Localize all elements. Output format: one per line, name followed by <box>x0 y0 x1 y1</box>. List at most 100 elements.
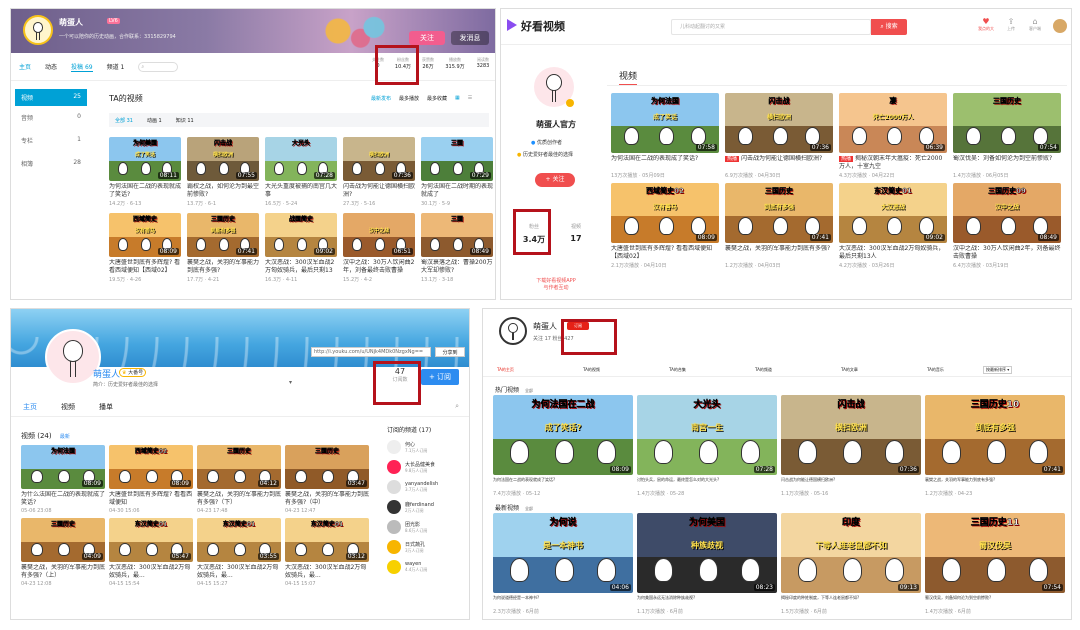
upload-icon[interactable]: ⇪ 上传 <box>999 17 1023 32</box>
video-title[interactable]: 讨怕头兵，鼠的命运，最终是怎么对的大光头? <box>637 477 777 489</box>
video-thumbnail[interactable]: 三国历史 04:12 <box>197 445 281 489</box>
video-card[interactable]: 为何法国 成了笑话 07:58 为何法国在二战的表现成了笑话? 13万次播放 · 05月… <box>611 93 719 179</box>
video-title[interactable]: 大汉恶战：300汉军血战2万匈奴骑兵，最后只剩13人 <box>839 245 947 261</box>
video-card[interactable]: 西域简史 汉有善马 08:09 大唐盛世到底有多辉煌? 看看西域便知【西域02】 19.… <box>109 213 181 283</box>
video-thumbnail[interactable]: 战国简史 09:02 <box>265 213 337 257</box>
video-card[interactable]: 三国历史11 蜀汉伐吴 07:54 蜀汉伐吴，刘备如何沦为到空前惨败? 1.4万次播放 … <box>925 513 1065 615</box>
chevron-down-icon[interactable]: ▾ <box>289 379 292 386</box>
video-thumbnail[interactable]: 大光头 南宫一生 07:28 <box>637 395 777 475</box>
search-input[interactable]: 儿科动起翻讨的又累 <box>671 19 871 35</box>
site-logo[interactable]: 好看视频 <box>521 18 565 34</box>
video-thumbnail[interactable]: 东汉简史01 03:12 <box>285 518 369 562</box>
video-thumbnail[interactable]: 大光头 07:28 <box>265 137 337 181</box>
video-card[interactable]: 闪击战 横扫欧洲 07:36 热播 闪击战为何能让德国横扫欧洲? 6.9万次播放 · 04… <box>725 93 833 179</box>
video-thumbnail[interactable]: 三国历史11 蜀汉伐吴 07:54 <box>925 513 1065 593</box>
sort-select[interactable]: 按最新排序 ▾ <box>983 365 1013 374</box>
tab-playlists[interactable]: 播单 <box>99 402 113 412</box>
video-thumbnail[interactable]: 三国 07:29 <box>421 137 493 181</box>
video-card[interactable]: 闪击战 横扫欧洲 07:36 闪击战为何能让德国横扫欧洲? 1.1万次播放 · 05-1… <box>781 395 921 497</box>
video-title[interactable]: 襄樊之战，关羽的军事能力到底有多强?（上） <box>21 564 105 580</box>
list-view-icon[interactable]: ☰ <box>468 95 472 102</box>
video-title[interactable]: 蜀汉衰落之战：曹操200万大军却惨败? <box>421 259 493 275</box>
channel-item[interactable]: wayen 4.4万人订阅 <box>387 560 467 574</box>
tab-videos[interactable]: 视频 <box>61 402 75 412</box>
video-title[interactable]: 大唐盛世到底有多辉煌? 看看西域便知【西域02】 <box>109 259 181 275</box>
video-thumbnail[interactable]: 东汉简史01 03:55 <box>197 518 281 562</box>
url-input[interactable]: http://i.youku.com/u/UNjk4MDk0NzgxNg== <box>311 347 431 357</box>
video-thumbnail[interactable]: 为何美国 种族歧视 08:23 <box>637 513 777 593</box>
video-card[interactable]: 战国简史 09:02 大汉恶战：300汉军血战2万匈奴骑兵，最后只剩13人 16.3万… <box>265 213 337 283</box>
channel-item[interactable]: 鹿ferdinand 2万人订阅 <box>387 500 467 514</box>
video-thumbnail[interactable]: 西域简史02 汉有善马 08:09 <box>611 183 719 243</box>
video-card[interactable]: 凄死亡2000万人 06:39 热播 揭秘汉朝末年大瘟疫：死亡2000万人，十室九空 4… <box>839 93 947 179</box>
video-thumbnail[interactable]: 三国历史 到底有多强 07:41 <box>725 183 833 243</box>
video-card[interactable]: 闪击战 横扫欧洲 07:55 霸权之战，如何沦为到最空前惨败? 13.7万 · 6-1 <box>187 137 259 207</box>
sort-most-fav[interactable]: 最多收藏 <box>427 95 447 102</box>
user-avatar[interactable] <box>1053 19 1067 33</box>
haokan-logo-icon[interactable] <box>507 19 517 31</box>
tab-home[interactable]: TA的主页 <box>497 367 583 373</box>
video-title[interactable]: 蜀汉伐吴，刘备如何沦为到空前惨败? <box>925 595 1065 607</box>
sort-most-played[interactable]: 最多播放 <box>399 95 419 102</box>
sort-latest[interactable]: 最新发布 <box>371 95 391 102</box>
video-thumbnail[interactable]: 闪击战 横扫欧洲 07:36 <box>725 93 833 153</box>
video-title[interactable]: 闪击战为何能让德国横扫欧洲? <box>781 477 921 489</box>
video-title[interactable]: 大唐盛世到底有多辉煌? 看看西域便知 <box>109 491 193 507</box>
video-card[interactable]: 为何美国 种族歧视 08:23 为何美国永远无法消除种族歧视? 1.1万次播放 · 6月… <box>637 513 777 615</box>
video-card[interactable]: 三国历史 到底有多强 07:41 襄樊之战，关羽的军事能力到底有多强? 1.2万次播放 … <box>725 183 833 269</box>
nav-channel[interactable]: 频道 1 <box>107 62 125 71</box>
video-title[interactable]: 襄樊之战，关羽的军事能力到底有多强? <box>187 259 259 275</box>
video-card[interactable]: 为何法国 08:09 为什么法国在二战的表现就成了笑话? 05-06 23:08 <box>21 445 105 514</box>
tab-articles[interactable]: TA的文章 <box>841 367 927 373</box>
grid-view-icon[interactable]: ▦ <box>455 95 460 102</box>
video-thumbnail[interactable]: 三国历史 07:54 <box>953 93 1061 153</box>
video-card[interactable]: 三国历史10 到底有多强 07:41 襄樊之战，关羽的军事能力到底有多强? 1.2万次播… <box>925 395 1065 497</box>
video-thumbnail[interactable]: 三国历史 03:47 <box>285 445 369 489</box>
video-card[interactable]: 横扫欧洲 07:36 闪击战为何能让德国横扫欧洲? 27.3万 · 5-16 <box>343 137 415 207</box>
tab-home[interactable]: 主页 <box>23 402 37 412</box>
video-card[interactable]: 三国 07:29 为何法国在二战时期的表现就成了 30.1万 · 5-9 <box>421 137 493 207</box>
video-title[interactable]: 大汉恶战：300汉军血战2万匈奴骑兵，最... <box>197 564 281 580</box>
video-title[interactable]: 襄樊之战，关羽的军事能力到底有多强? <box>925 477 1065 489</box>
latest-all-link[interactable]: 全部 <box>525 506 533 511</box>
video-title[interactable]: 为何美国永远无法消除种族歧视? <box>637 595 777 607</box>
video-thumbnail[interactable]: 为何说 是一本神书 04:06 <box>493 513 633 593</box>
video-title[interactable]: 闪击战为何能让德国横扫欧洲? <box>343 183 415 199</box>
video-card[interactable]: 三国历史 03:47 襄樊之战，关羽的军事能力到底有多强?（中） 04-23 12:4… <box>285 445 369 514</box>
video-thumbnail[interactable]: 西域简史02 08:09 <box>109 445 193 489</box>
video-title[interactable]: 大汉恶战：300汉军血战2万匈奴骑兵，最... <box>109 564 193 580</box>
avatar[interactable] <box>499 317 527 345</box>
video-title[interactable]: 襄樊之战，关羽的军事能力到底有多强? <box>725 245 833 261</box>
video-card[interactable]: 三国历史 04:12 襄樊之战，关羽的军事能力到底有多强?（下） 04-23 17:4… <box>197 445 281 514</box>
side-item-video[interactable]: 视频 25 <box>15 89 87 106</box>
video-card[interactable]: 东汉简史01 大汉恶战 09:02 大汉恶战：300汉军血战2万匈奴骑兵，最后只剩13… <box>839 183 947 269</box>
video-card[interactable]: 东汉简史01 03:55 大汉恶战：300汉军血战2万匈奴骑兵，最... 04-15 … <box>197 518 281 587</box>
video-title[interactable]: 大唐盛世到底有多辉煌? 看看西域便知【西域02】 <box>611 245 719 261</box>
video-thumbnail[interactable]: 三国 08:49 <box>421 213 493 257</box>
video-card[interactable]: 为何说 是一本神书 04:06 为何说道德经是一本神书? 2.3万次播放 · 6月前 <box>493 513 633 615</box>
video-card[interactable]: 三国历史 07:54 蜀汉伐吴：刘备如何沦为到空前惨败? 1.4万次播放 · 06月0… <box>953 93 1061 179</box>
tab-videos[interactable]: 视频 <box>619 69 638 86</box>
video-thumbnail[interactable]: 三国历史10 到底有多强 07:41 <box>925 395 1065 475</box>
heart-icon[interactable]: ♥ 我点的大 <box>971 17 1001 32</box>
video-thumbnail[interactable]: 为何法国在二战 成了笑话? 08:09 <box>493 395 633 475</box>
video-thumbnail[interactable]: 汉中之战 06:51 <box>343 213 415 257</box>
video-thumbnail[interactable]: 东汉简史01 05:47 <box>109 518 193 562</box>
video-title[interactable]: 蜀汉伐吴：刘备如何沦为到空前惨败? <box>953 155 1061 171</box>
video-title[interactable]: 汉中之战：30万人饮闲曲2年，刘备最终击败曹操 <box>343 259 415 275</box>
video-title[interactable]: 为什么法国在二战的表现就成了笑话? <box>21 491 105 507</box>
video-thumbnail[interactable]: 三国历史 到底有多强 07:41 <box>187 213 259 257</box>
nav-home[interactable]: 主页 <box>19 62 31 71</box>
tab-music[interactable]: TA的音乐 <box>927 367 983 373</box>
video-title[interactable]: 大汉恶战：300汉军血战2万匈奴骑兵，最... <box>285 564 369 580</box>
search-button[interactable]: ⌕ 搜索 <box>871 19 907 35</box>
side-item-audio[interactable]: 音频 0 <box>15 106 87 129</box>
subscribe-button[interactable]: + 订阅 <box>421 369 459 385</box>
video-thumbnail[interactable]: 三国历史 04:09 <box>21 518 105 562</box>
video-card[interactable]: 印度 下等人连老鼠都不如 09:13 揭秘印度的种姓制度，下等人连老鼠都不如? 1.5万… <box>781 513 921 615</box>
video-card[interactable]: 大光头 南宫一生 07:28 讨怕头兵，鼠的命运，最终是怎么对的大光头? 1.4万次播放… <box>637 395 777 497</box>
hot-all-link[interactable]: 全部 <box>525 388 533 393</box>
video-card[interactable]: 为何美国 成了笑话 08:11 为何法国在二战的表现就成了笑话? 14.2万 · 6-1… <box>109 137 181 207</box>
video-thumbnail[interactable]: 闪击战 横扫欧洲 07:36 <box>781 395 921 475</box>
video-title[interactable]: 襄樊之战，关羽的军事能力到底有多强?（中） <box>285 491 369 507</box>
